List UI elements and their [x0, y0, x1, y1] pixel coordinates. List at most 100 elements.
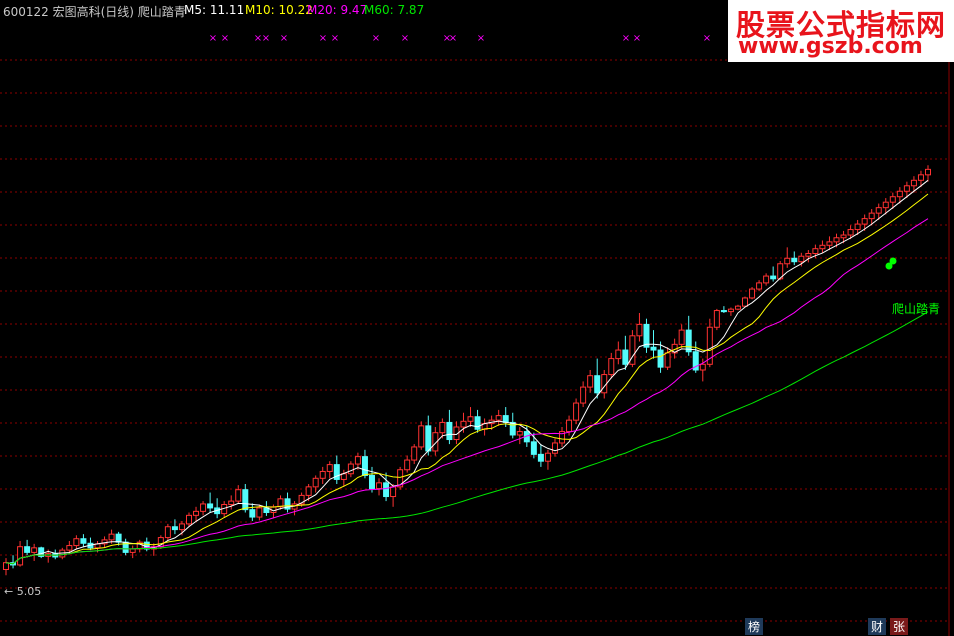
candle-body: [854, 223, 861, 231]
signal-dots: [885, 257, 897, 270]
candle-body: [833, 237, 840, 243]
candle-body: [917, 174, 924, 181]
candle-body: [742, 297, 749, 307]
grid-lines: [0, 59, 949, 622]
candle-body: [615, 349, 622, 360]
candle-body: [390, 486, 397, 498]
candle-body: [80, 538, 87, 544]
candle-body: [354, 456, 361, 465]
candle-body: [171, 526, 178, 531]
ma20-readout: M20: 9.47: [307, 3, 368, 17]
candle-body: [882, 201, 889, 209]
candle-body: [594, 375, 601, 394]
candle-body: [411, 446, 418, 461]
signal-label: 爬山踏青: [892, 302, 941, 316]
candle-body: [530, 441, 537, 455]
candle-body: [734, 305, 741, 310]
candle-body: [446, 421, 453, 441]
candle-body: [861, 218, 868, 225]
signal-marker: ×: [209, 33, 217, 44]
candle-body: [516, 431, 523, 436]
candle-body: [875, 207, 882, 214]
signal-marker: ×: [633, 33, 641, 44]
candle-body: [805, 252, 812, 257]
candle-body: [73, 538, 80, 547]
candle-body: [347, 463, 354, 475]
candle-body: [566, 419, 573, 433]
watermark-logo: 股票公式指标网 www.gszb.com: [728, 0, 954, 62]
signal-marker: ×: [703, 33, 711, 44]
candle-body: [31, 547, 38, 553]
candle-body: [66, 545, 73, 551]
watermark-url: www.gszb.com: [738, 34, 923, 59]
candle-body: [24, 546, 31, 553]
candle-body: [256, 507, 263, 518]
candle-body: [368, 474, 375, 490]
candle-body: [207, 503, 214, 509]
signal-marker: ×: [280, 33, 288, 44]
candle-body: [650, 346, 657, 351]
candle-body: [819, 244, 826, 250]
candle-body: [657, 349, 664, 368]
low-price-label: ← 5.05: [4, 585, 42, 598]
candle-body: [228, 500, 235, 506]
candle-body: [185, 514, 192, 525]
signal-marker: ×: [372, 33, 380, 44]
candle-body: [502, 415, 509, 423]
candle-body: [847, 229, 854, 236]
candle-body: [756, 282, 763, 290]
candle-body: [685, 329, 692, 353]
candle-body: [376, 482, 383, 490]
candle-body: [418, 425, 425, 448]
candle-body: [319, 470, 326, 479]
candle-body: [580, 386, 587, 404]
candle-body: [178, 523, 185, 531]
candle-body: [495, 415, 502, 421]
candle-body: [164, 526, 171, 539]
candle-body: [474, 416, 481, 430]
ma5-readout: M5: 11.11: [184, 3, 245, 17]
candlestick-chart[interactable]: × × × × × × × × × ×× × × × ×: [0, 0, 954, 636]
candle-body: [573, 402, 580, 421]
signal-markers: × × × × × × × × × ×× × × × ×: [209, 33, 711, 44]
candle-body: [763, 275, 770, 284]
candle-body: [129, 548, 136, 553]
candle-body: [840, 234, 847, 239]
candle-body: [235, 489, 242, 502]
candle-body: [889, 196, 896, 203]
candle-body: [791, 257, 798, 263]
ma5-line: [5, 179, 929, 565]
candle-body: [664, 352, 671, 368]
candle-body: [798, 255, 805, 263]
signal-marker: ×: [477, 33, 485, 44]
candle-body: [770, 275, 777, 280]
tab-rise[interactable]: 张: [890, 618, 909, 635]
candle-body: [383, 482, 390, 498]
candle-body: [678, 329, 685, 345]
signal-marker: ×: [449, 33, 457, 44]
candle-body: [312, 477, 319, 488]
candle-body: [108, 533, 115, 541]
candle-body: [404, 459, 411, 471]
candle-body: [326, 464, 333, 472]
signal-dot: [889, 257, 897, 265]
candle-body: [587, 375, 594, 388]
candle-body: [868, 212, 875, 220]
signal-marker: ×: [319, 33, 327, 44]
candle-body: [826, 241, 833, 246]
ma-lines: [5, 179, 929, 565]
candle-body: [249, 509, 256, 518]
tab-rank[interactable]: 榜: [745, 618, 764, 635]
candle-body: [551, 442, 558, 454]
tab-finance[interactable]: 财: [868, 618, 887, 635]
candle-body: [903, 185, 910, 192]
candle-body: [544, 452, 551, 462]
signal-marker: ×: [622, 33, 630, 44]
candle-body: [305, 486, 312, 496]
candle-body: [643, 323, 650, 348]
candle-body: [749, 288, 756, 299]
candle-body: [910, 179, 917, 187]
candle-body: [784, 257, 791, 265]
candle-body: [925, 168, 931, 176]
ma10-line: [5, 193, 929, 565]
